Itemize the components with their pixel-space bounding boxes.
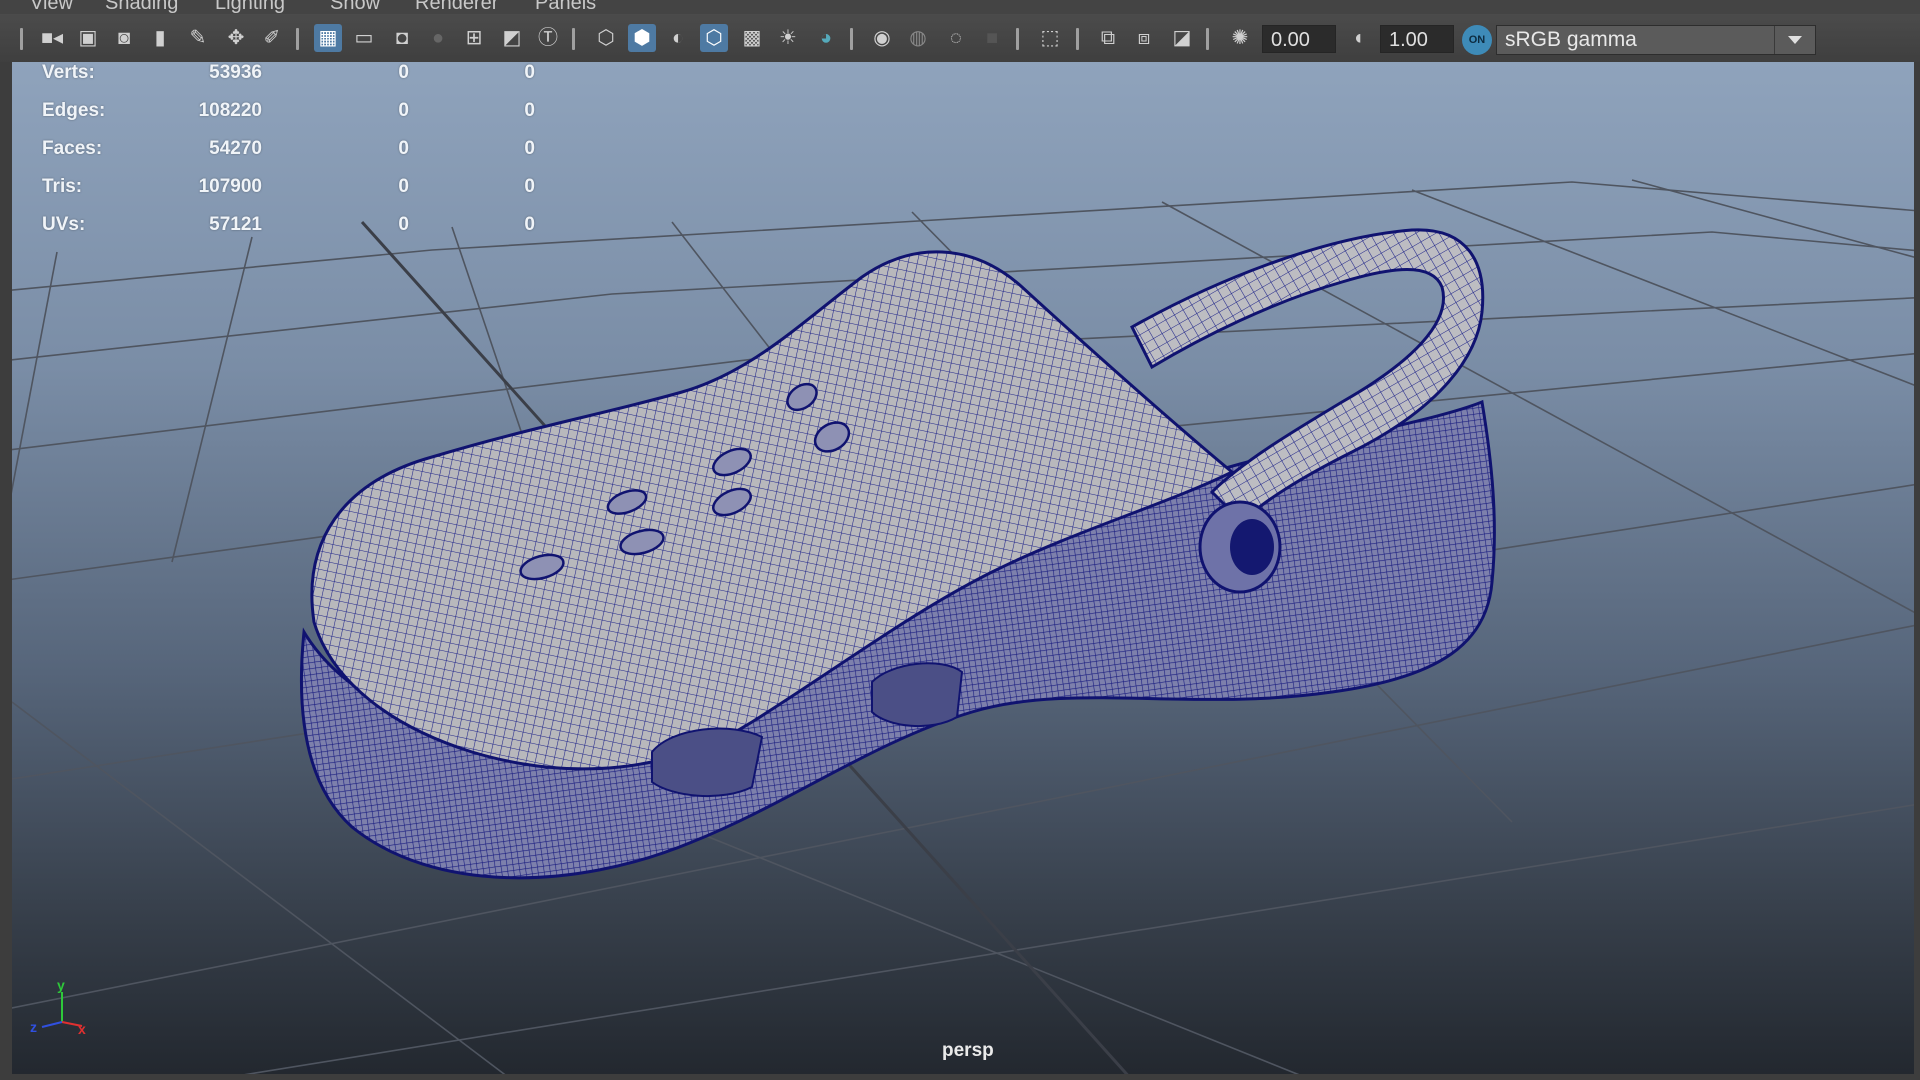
- toolbar-separator: [850, 28, 853, 50]
- toolbar-separator: [1206, 28, 1209, 50]
- axis-y-label: y: [57, 977, 65, 993]
- menu-renderer[interactable]: Renderer: [415, 0, 498, 14]
- view-transform-dropdown[interactable]: sRGB gamma: [1496, 25, 1816, 55]
- chevron-down-icon[interactable]: [1774, 26, 1815, 54]
- camera-attributes-icon[interactable]: ▣: [74, 24, 102, 52]
- hud-component-count: 0: [524, 214, 535, 235]
- hud-label: Tris:: [42, 176, 83, 197]
- xray-joints-icon[interactable]: ⧉: [1094, 24, 1122, 52]
- image-plane-icon[interactable]: ✎: [184, 24, 212, 52]
- field-chart-icon[interactable]: ⊞: [460, 24, 488, 52]
- motion-blur-icon[interactable]: ◍: [904, 24, 932, 52]
- xray-active-components-icon[interactable]: ⧈: [1130, 24, 1158, 52]
- wireframe-on-shaded-icon[interactable]: ⬡: [700, 24, 728, 52]
- toolbar-separator: [1076, 28, 1079, 50]
- hud-component-count: 0: [524, 176, 535, 197]
- menu-view[interactable]: View: [30, 0, 73, 14]
- view-transform-value: sRGB gamma: [1505, 28, 1637, 51]
- use-default-material-icon[interactable]: ◐: [664, 24, 692, 52]
- hud-component-count: 0: [524, 100, 535, 121]
- hud-label: UVs:: [42, 214, 86, 235]
- screen-space-ambient-occlusion-icon[interactable]: ◉: [868, 24, 896, 52]
- hud-selected-count: 0: [398, 62, 409, 83]
- axis-gizmo: y x z: [30, 977, 86, 1037]
- hud-label: Edges:: [42, 100, 106, 121]
- smooth-shade-icon[interactable]: ⬢: [628, 24, 656, 52]
- hud-label: Faces:: [42, 138, 103, 159]
- exposure-icon[interactable]: ✺: [1226, 24, 1254, 52]
- hud-object-count: 108220: [198, 100, 262, 121]
- safe-title-icon[interactable]: Ⓣ: [534, 24, 562, 52]
- gate-mask-icon[interactable]: ●: [424, 24, 452, 52]
- camera-name-label: persp: [942, 1040, 994, 1061]
- depth-of-field-icon[interactable]: ■: [978, 24, 1006, 52]
- strap-rivet: [1198, 500, 1282, 594]
- viewport-right-border: [1914, 62, 1920, 1080]
- hud-component-count: 0: [524, 138, 535, 159]
- panel-toolbar: ■◂ ▣ ◙ ▮ ✎ ✥ ✐ ▦ ▭ ◘ ● ⊞ ◩ Ⓣ ⬡ ⬢ ◐ ⬡ ▩ ☀…: [0, 14, 1920, 63]
- safe-action-icon[interactable]: ◩: [498, 24, 526, 52]
- hud-component-count: 0: [524, 62, 535, 83]
- axis-x-label: x: [78, 1021, 86, 1037]
- menu-lighting[interactable]: Lighting: [215, 0, 285, 14]
- axis-z-label: z: [30, 1019, 37, 1035]
- menu-show[interactable]: Show: [330, 0, 380, 14]
- gamma-field[interactable]: 1.00: [1380, 25, 1454, 53]
- menu-panels[interactable]: Panels: [535, 0, 596, 14]
- toolbar-separator: [572, 28, 575, 50]
- toolbar-separator: [20, 28, 23, 50]
- hud-selected-count: 0: [398, 138, 409, 159]
- shoe-cutout: [871, 662, 964, 728]
- hud-object-count: 53936: [209, 62, 262, 83]
- toolbar-separator: [296, 28, 299, 50]
- hud-object-count: 57121: [209, 214, 262, 235]
- wireframe-icon[interactable]: ⬡: [592, 24, 620, 52]
- 2d-pan-zoom-icon[interactable]: ✥: [222, 24, 250, 52]
- viewport-left-border: [0, 62, 12, 1080]
- hud-selected-count: 0: [398, 214, 409, 235]
- film-gate-icon[interactable]: ▭: [350, 24, 378, 52]
- shadows-icon[interactable]: ◕: [812, 24, 840, 52]
- xray-icon[interactable]: ▩: [738, 24, 766, 52]
- menu-bar: View Shading Lighting Show Renderer Pane…: [0, 0, 1920, 14]
- hud-object-count: 107900: [198, 176, 262, 197]
- viewport-persp[interactable]: y x z Verts: 53936 0 0 Edges: 108220 0 0…: [12, 62, 1920, 1080]
- hud-selected-count: 0: [398, 176, 409, 197]
- backface-culling-icon[interactable]: ◪: [1168, 24, 1196, 52]
- anti-aliasing-icon[interactable]: ◌: [942, 24, 970, 52]
- toolbar-separator: [1016, 28, 1019, 50]
- bookmark-icon[interactable]: ▮: [146, 24, 174, 52]
- resolution-gate-icon[interactable]: ◘: [388, 24, 416, 52]
- exposure-field[interactable]: 0.00: [1262, 25, 1336, 53]
- hud-selected-count: 0: [398, 100, 409, 121]
- viewport-bottom-border: [0, 1074, 1920, 1080]
- color-management-icon[interactable]: ON: [1462, 25, 1492, 55]
- select-camera-icon[interactable]: ■◂: [38, 24, 66, 52]
- menu-shading[interactable]: Shading: [105, 0, 178, 14]
- hud-object-count: 54270: [209, 138, 262, 159]
- camera-tools-icon[interactable]: ◙: [110, 24, 138, 52]
- shoe-cutout: [651, 727, 764, 797]
- use-lights-icon[interactable]: ☀: [774, 24, 802, 52]
- grease-pencil-icon[interactable]: ✐: [258, 24, 286, 52]
- isolate-select-icon[interactable]: ⬚: [1036, 24, 1064, 52]
- grid-icon[interactable]: ▦: [314, 24, 342, 52]
- gamma-icon[interactable]: ◖: [1344, 24, 1372, 52]
- hud-label: Verts:: [42, 62, 95, 83]
